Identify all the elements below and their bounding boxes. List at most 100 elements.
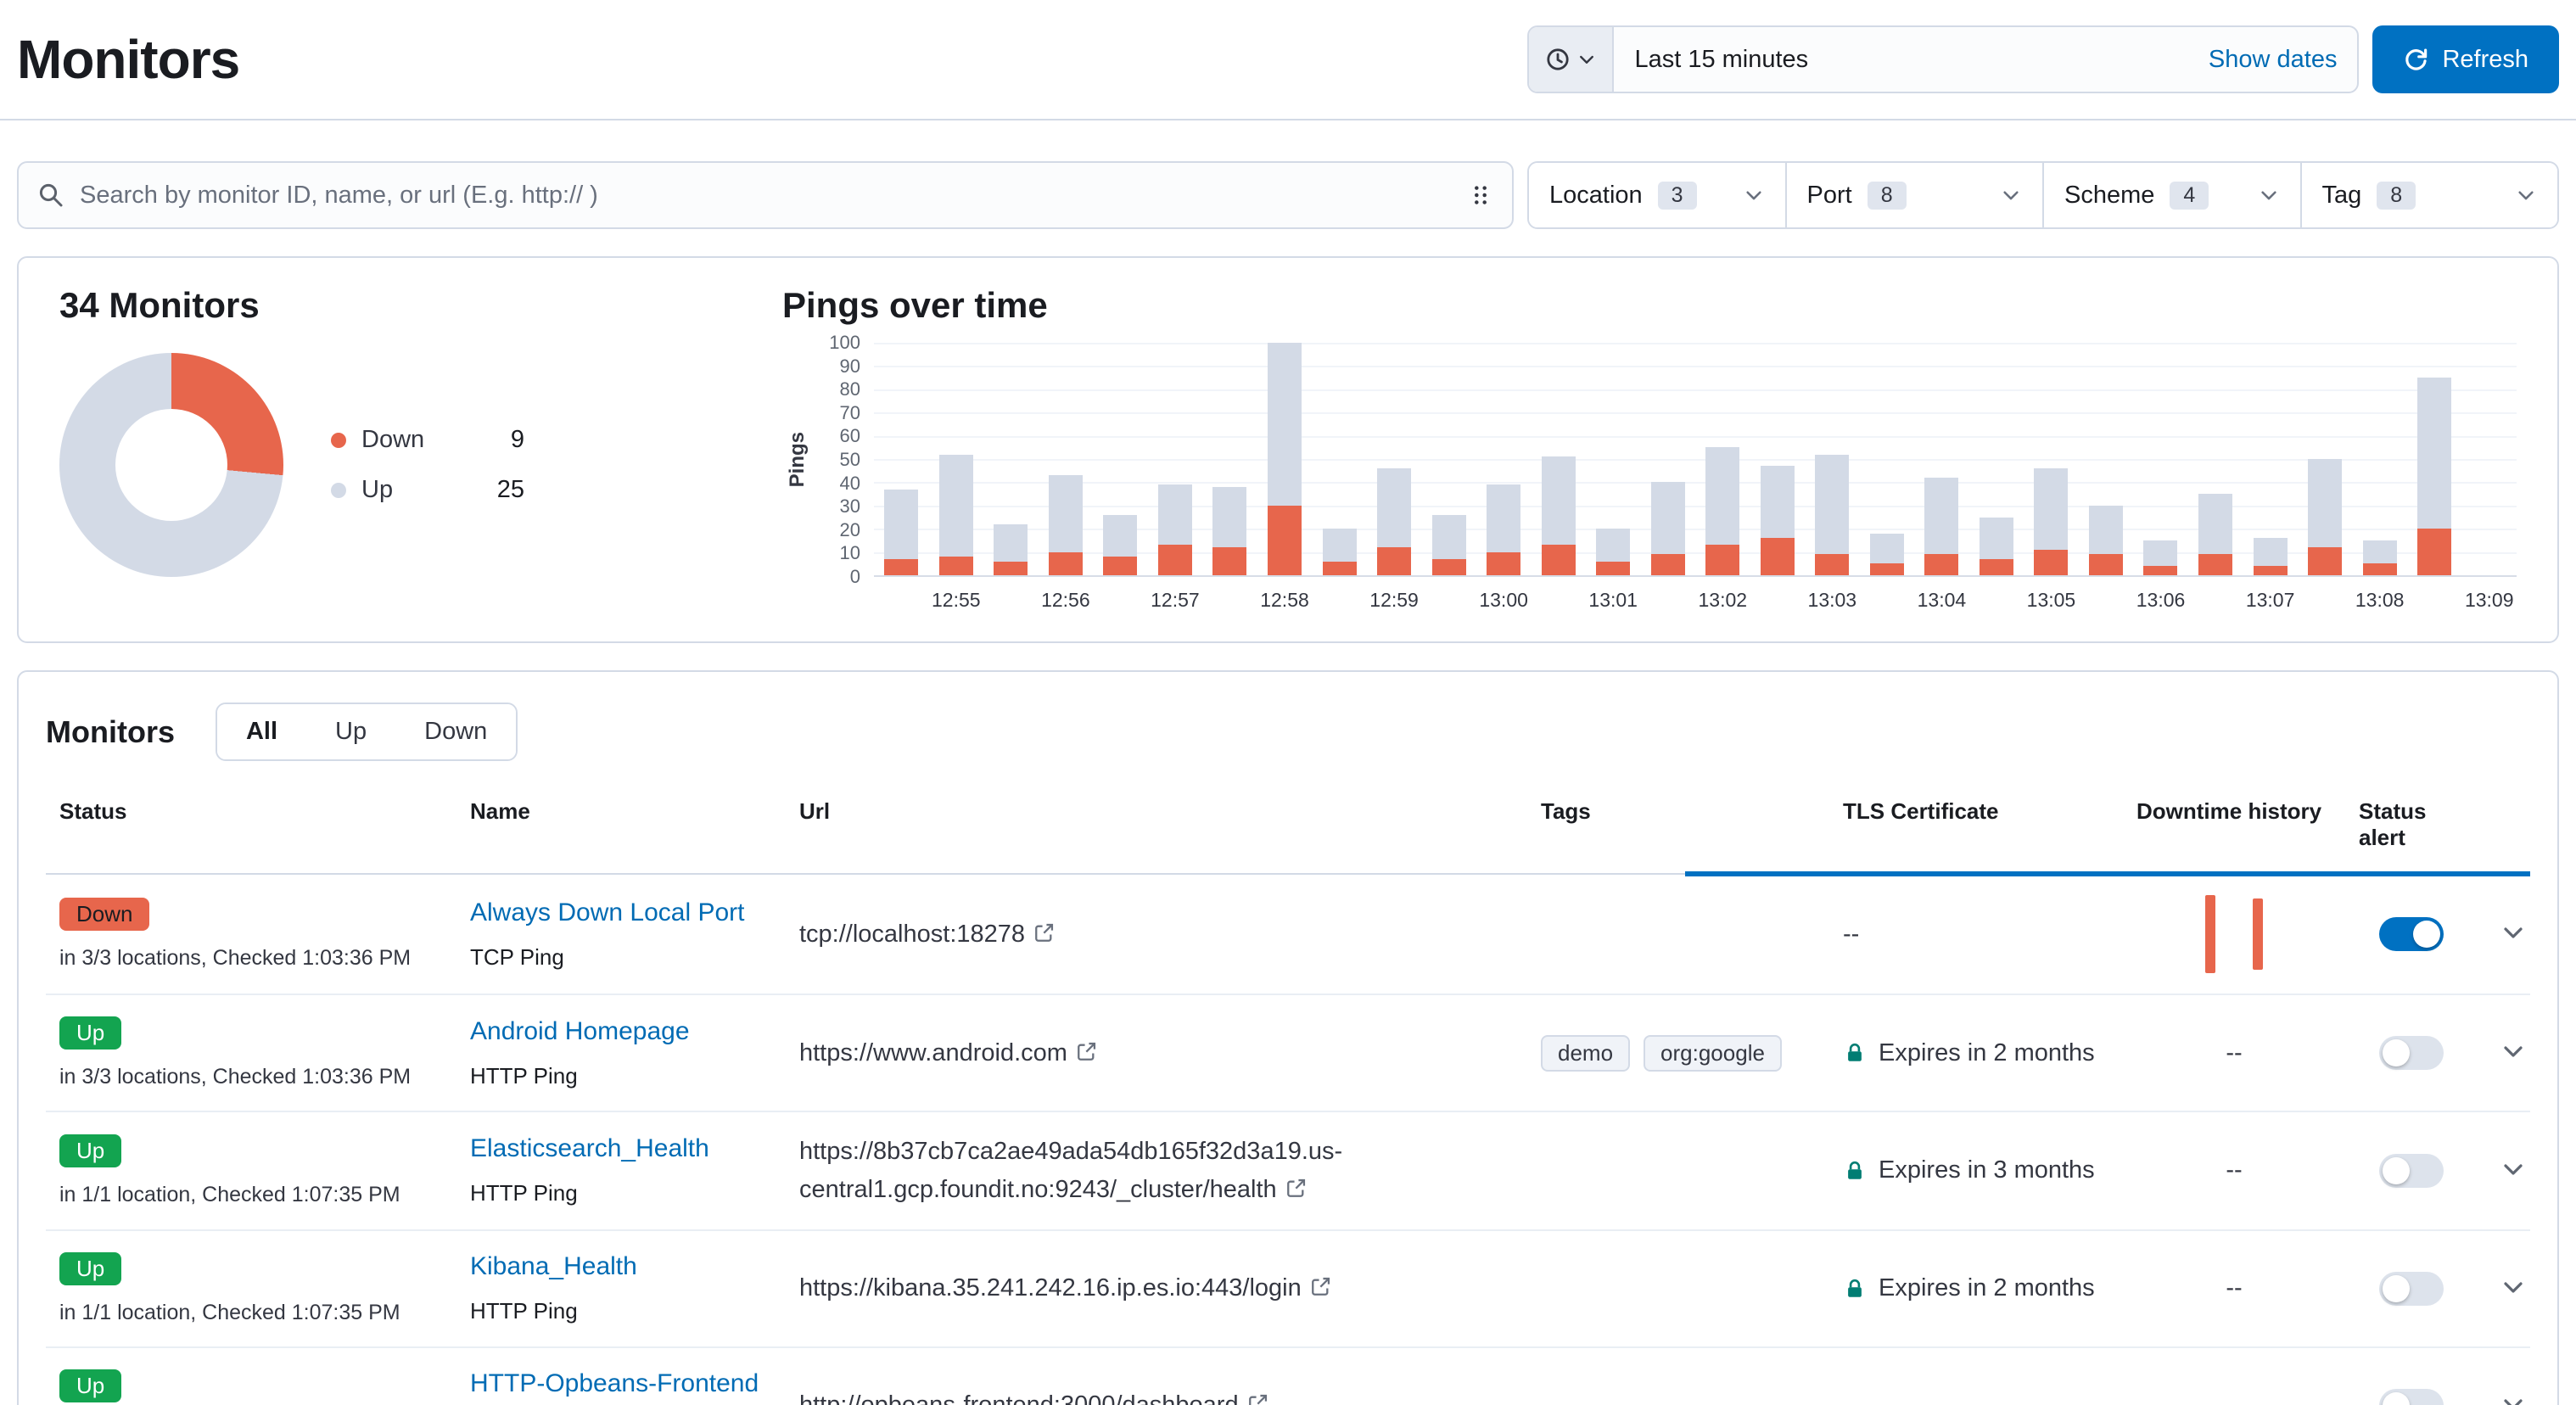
bar-slot xyxy=(1695,343,1750,575)
down-pings-segment xyxy=(1158,545,1192,575)
tab-all[interactable]: All xyxy=(217,704,306,759)
y-tick-label: 70 xyxy=(840,402,860,424)
y-tick-label: 80 xyxy=(840,378,860,400)
monitor-row: Upin 3/3 locations, Checked 1:07:38 PMHT… xyxy=(46,1348,2530,1405)
monitor-url[interactable]: https://kibana.35.241.242.16.ip.es.io:44… xyxy=(799,1274,1332,1301)
x-tick-label: 12:57 xyxy=(1151,589,1200,612)
down-pings-segment xyxy=(2089,554,2123,575)
time-range-value[interactable]: Last 15 minutes xyxy=(1614,46,2208,74)
ping-bar xyxy=(2089,343,2123,575)
x-tick-label: 12:59 xyxy=(1369,589,1419,612)
monitor-name-link[interactable]: HTTP-Opbeans-Frontend xyxy=(470,1369,759,1398)
search-input[interactable] xyxy=(80,182,1453,210)
column-header-status-alert: Status alert xyxy=(2345,798,2483,851)
x-tick-label: 12:55 xyxy=(932,589,981,612)
tls-certificate-value: Expires in 2 months xyxy=(1879,1274,2095,1302)
up-pings-segment xyxy=(2143,540,2177,566)
y-tick-label: 50 xyxy=(840,449,860,471)
ping-type: HTTP Ping xyxy=(470,1298,772,1324)
monitor-url[interactable]: tcp://localhost:18278 xyxy=(799,921,1056,948)
bar-slot xyxy=(929,343,984,575)
bar-slot xyxy=(1312,343,1367,575)
toggle-knob xyxy=(2383,1392,2410,1405)
ping-bar xyxy=(1049,343,1083,575)
monitor-row: Upin 1/1 location, Checked 1:07:35 PMEla… xyxy=(46,1112,2530,1231)
legend-dot xyxy=(331,483,346,498)
ping-bar xyxy=(2143,343,2177,575)
x-tick-label: 13:05 xyxy=(2027,589,2076,612)
status-alert-toggle[interactable] xyxy=(2379,1389,2444,1405)
monitor-url[interactable]: https://www.android.com xyxy=(799,1039,1098,1066)
quick-select-button[interactable] xyxy=(1529,27,1614,92)
expand-row-button[interactable] xyxy=(2496,1270,2530,1304)
monitor-list-header: Monitors AllUpDown xyxy=(46,702,2530,761)
up-pings-segment xyxy=(1432,515,1466,559)
monitor-name-link[interactable]: Always Down Local Port xyxy=(470,898,744,927)
tls-certificate-value: -- xyxy=(1843,921,1859,949)
bar-slot xyxy=(1039,343,1094,575)
ping-bar xyxy=(1705,343,1739,575)
header-divider xyxy=(0,119,2576,120)
expand-row-button[interactable] xyxy=(2496,1034,2530,1068)
search-icon xyxy=(37,182,64,209)
up-pings-segment xyxy=(1924,478,1958,554)
checked-text: in 3/3 locations, Checked 1:03:36 PM xyxy=(59,1065,443,1089)
expand-row-button[interactable] xyxy=(2496,915,2530,949)
up-pings-segment xyxy=(1268,343,1302,506)
refresh-button[interactable]: Refresh xyxy=(2372,25,2559,93)
chevron-down-icon xyxy=(2500,1273,2527,1301)
down-pings-segment xyxy=(1980,559,2013,575)
ping-bar xyxy=(2198,343,2232,575)
status-alert-toggle[interactable] xyxy=(2379,1036,2444,1070)
status-alert-toggle[interactable] xyxy=(2379,1272,2444,1306)
pings-over-time-section: Pings over time Pings 010203040506070809… xyxy=(782,285,2517,614)
x-tick-label: 13:07 xyxy=(2246,589,2295,612)
column-header-expand xyxy=(2483,798,2530,851)
expand-row-button[interactable] xyxy=(2496,1152,2530,1186)
downtime-history-value: -- xyxy=(2226,1274,2242,1302)
bar-slot xyxy=(1257,343,1313,575)
page-title: Monitors xyxy=(17,28,239,91)
ping-bar xyxy=(2363,343,2397,575)
status-alert-toggle[interactable] xyxy=(2379,1154,2444,1188)
bar-slot xyxy=(874,343,929,575)
x-tick-label: 13:04 xyxy=(1918,589,1967,612)
tab-down[interactable]: Down xyxy=(395,704,516,759)
filter-port[interactable]: Port8 xyxy=(1787,163,2045,227)
legend-dot xyxy=(331,433,346,448)
column-header-tls-certificate: TLS Certificate xyxy=(1829,798,2123,851)
up-pings-segment xyxy=(2308,459,2342,547)
up-pings-segment xyxy=(1487,484,1520,551)
x-tick-label: 13:09 xyxy=(2465,589,2514,612)
down-pings-segment xyxy=(939,557,973,575)
bar-slot xyxy=(1586,343,1641,575)
status-badge: Up xyxy=(59,1369,121,1402)
show-dates-link[interactable]: Show dates xyxy=(2209,46,2358,74)
tag-badge: demo xyxy=(1541,1035,1630,1072)
grid-dots-icon[interactable] xyxy=(1468,182,1493,208)
external-link-icon xyxy=(1247,1392,1269,1405)
filter-tag[interactable]: Tag8 xyxy=(2302,163,2558,227)
monitor-url[interactable]: http://opbeans-frontend:3000/dashboard xyxy=(799,1391,1269,1405)
y-axis-label: Pings xyxy=(786,432,809,487)
monitor-name-link[interactable]: Kibana_Health xyxy=(470,1252,637,1281)
external-link-icon xyxy=(1033,921,1056,943)
filter-scheme[interactable]: Scheme4 xyxy=(2044,163,2302,227)
down-pings-segment xyxy=(2034,550,2068,575)
down-pings-segment xyxy=(884,559,918,575)
ping-type: HTTP Ping xyxy=(470,1063,772,1089)
down-pings-segment xyxy=(1487,552,1520,575)
status-alert-toggle[interactable] xyxy=(2379,917,2444,951)
monitor-name-link[interactable]: Android Homepage xyxy=(470,1017,690,1046)
chevron-down-icon xyxy=(1576,49,1597,70)
filter-label: Location xyxy=(1549,182,1643,210)
monitor-url[interactable]: https://8b37cb7ca2ae49ada54db165f32d3a19… xyxy=(799,1138,1342,1203)
external-link-icon xyxy=(1310,1275,1332,1297)
monitors-page: Monitors Last 15 minutes Show dates xyxy=(0,0,2576,1405)
up-pings-segment xyxy=(1815,455,1849,555)
tab-up[interactable]: Up xyxy=(306,704,395,759)
expand-row-button[interactable] xyxy=(2496,1387,2530,1405)
chevron-down-icon xyxy=(2500,1038,2527,1065)
monitor-name-link[interactable]: Elasticsearch_Health xyxy=(470,1134,709,1163)
filter-location[interactable]: Location3 xyxy=(1529,163,1787,227)
